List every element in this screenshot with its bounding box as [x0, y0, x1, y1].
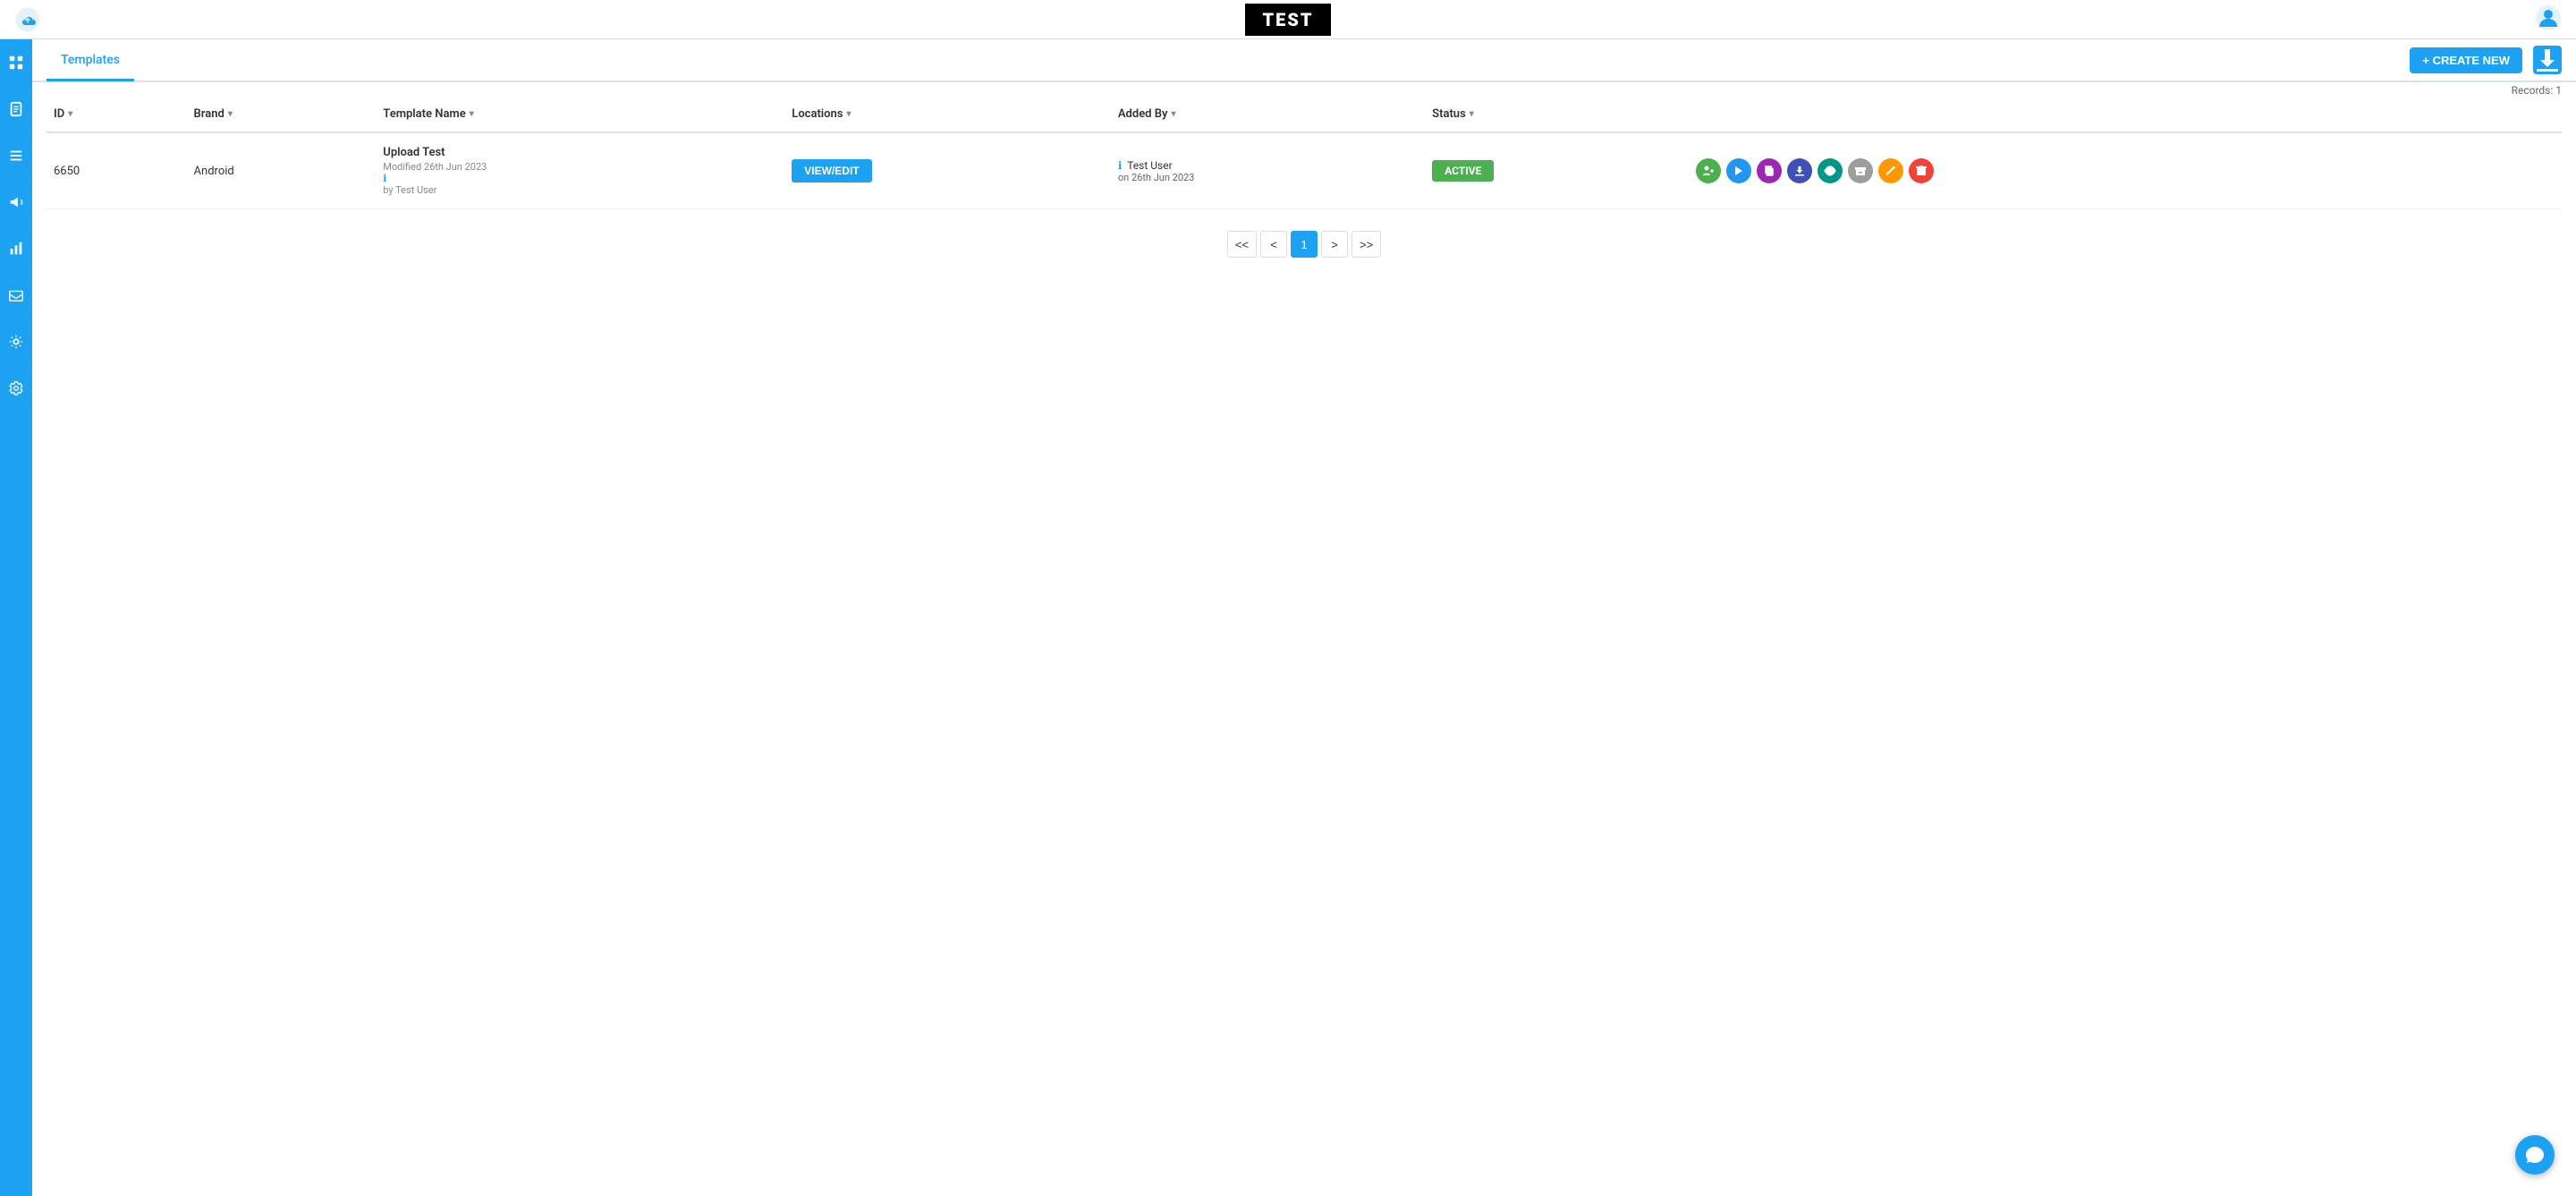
tabs-bar: Templates + CREATE NEW — [32, 39, 2576, 82]
copy-button[interactable] — [1757, 158, 1782, 183]
cell-locations: VIEW/EDIT — [784, 132, 1111, 209]
app-title: TEST — [1245, 4, 1332, 36]
col-header-template-name-inner[interactable]: Template Name ▾ — [383, 107, 777, 121]
sidebar-item-inbox[interactable] — [4, 283, 29, 308]
col-header-locations-inner[interactable]: Locations ▾ — [792, 107, 1104, 121]
tab-templates[interactable]: Templates — [47, 40, 134, 81]
sidebar-item-megaphone[interactable] — [4, 190, 29, 215]
col-header-brand-inner[interactable]: Brand ▾ — [194, 107, 369, 121]
status-badge: ACTIVE — [1432, 160, 1494, 182]
view-button[interactable] — [1818, 158, 1843, 183]
templates-table: ID ▾ Brand ▾ Template Name ▾ — [47, 97, 2562, 209]
chat-fab-button[interactable] — [2515, 1135, 2555, 1175]
cell-actions — [1689, 132, 2562, 209]
col-header-id: ID ▾ — [47, 97, 187, 132]
tabs-left: Templates — [47, 39, 134, 81]
table-row: 6650 Android Upload Test Modified 26th J… — [47, 132, 2562, 209]
records-info: Records: 1 — [32, 82, 2576, 97]
chevron-down-icon: ▾ — [847, 109, 852, 119]
sidebar-item-chart[interactable] — [4, 236, 29, 261]
col-header-template-name: Template Name ▾ — [376, 97, 784, 132]
first-page-button[interactable]: << — [1227, 231, 1257, 258]
trash-icon — [1915, 165, 1928, 177]
download-action-icon — [1793, 165, 1806, 177]
prev-page-button[interactable]: < — [1260, 231, 1287, 258]
sidebar-item-list[interactable] — [4, 143, 29, 168]
chevron-down-icon: ▾ — [1171, 109, 1175, 119]
pagination: << < 1 > >> — [32, 209, 2576, 279]
sidebar-item-grid[interactable] — [4, 50, 29, 75]
col-header-status: Status ▾ — [1425, 97, 1689, 132]
col-header-added-by-inner[interactable]: Added By ▾ — [1118, 107, 1418, 121]
view-edit-button[interactable]: VIEW/EDIT — [792, 159, 871, 182]
col-header-added-by: Added By ▾ — [1111, 97, 1425, 132]
info-circle-icon: ℹ — [383, 173, 777, 184]
delete-button[interactable] — [1909, 158, 1934, 183]
assign-icon — [1702, 165, 1715, 177]
user-icon[interactable] — [2535, 4, 2562, 35]
last-page-button[interactable]: >> — [1352, 231, 1381, 258]
play-icon — [1733, 165, 1745, 177]
col-header-actions — [1689, 97, 2562, 132]
cell-added-by: ℹ Test User on 26th Jun 2023 — [1111, 132, 1425, 209]
download-icon — [2533, 46, 2562, 74]
info-icon: ℹ — [1118, 159, 1123, 172]
assign-button[interactable] — [1696, 158, 1721, 183]
sidebar-item-gear[interactable] — [4, 376, 29, 401]
cell-brand: Android — [187, 132, 377, 209]
top-bar: TEST — [0, 0, 2576, 39]
chat-icon — [2525, 1145, 2545, 1165]
cell-id: 6650 — [47, 132, 187, 209]
download-action-button[interactable] — [1787, 158, 1812, 183]
edit-icon — [1885, 165, 1897, 177]
chevron-down-icon: ▾ — [470, 109, 474, 119]
action-buttons — [1696, 158, 2555, 183]
col-header-locations: Locations ▾ — [784, 97, 1111, 132]
copy-icon — [1763, 165, 1775, 177]
cell-status: ACTIVE — [1425, 132, 1689, 209]
chevron-down-icon: ▾ — [68, 109, 72, 119]
create-new-button[interactable]: + CREATE NEW — [2410, 47, 2522, 73]
chevron-down-icon: ▾ — [1470, 109, 1474, 119]
play-button[interactable] — [1726, 158, 1751, 183]
archive-button[interactable] — [1848, 158, 1873, 183]
current-page-button[interactable]: 1 — [1291, 231, 1318, 258]
archive-icon — [1854, 165, 1867, 177]
sidebar — [0, 39, 32, 1196]
col-header-brand: Brand ▾ — [187, 97, 377, 132]
tabs-right: + CREATE NEW — [2410, 46, 2562, 74]
sidebar-item-document[interactable] — [4, 97, 29, 122]
col-header-id-inner[interactable]: ID ▾ — [54, 107, 180, 121]
col-header-status-inner[interactable]: Status ▾ — [1432, 107, 1682, 121]
next-page-button[interactable]: > — [1321, 231, 1348, 258]
eye-icon — [1824, 165, 1836, 177]
sidebar-item-settings-alt[interactable] — [4, 329, 29, 354]
edit-button[interactable] — [1878, 158, 1903, 183]
templates-table-container: ID ▾ Brand ▾ Template Name ▾ — [32, 97, 2576, 209]
cell-template-name: Upload Test Modified 26th Jun 2023 ℹ by … — [376, 132, 784, 209]
chevron-down-icon: ▾ — [228, 109, 233, 119]
table-header-row: ID ▾ Brand ▾ Template Name ▾ — [47, 97, 2562, 132]
main-content: Templates + CREATE NEW Records: 1 I — [32, 39, 2576, 1196]
app-logo[interactable] — [14, 6, 41, 33]
download-button[interactable] — [2533, 46, 2562, 74]
